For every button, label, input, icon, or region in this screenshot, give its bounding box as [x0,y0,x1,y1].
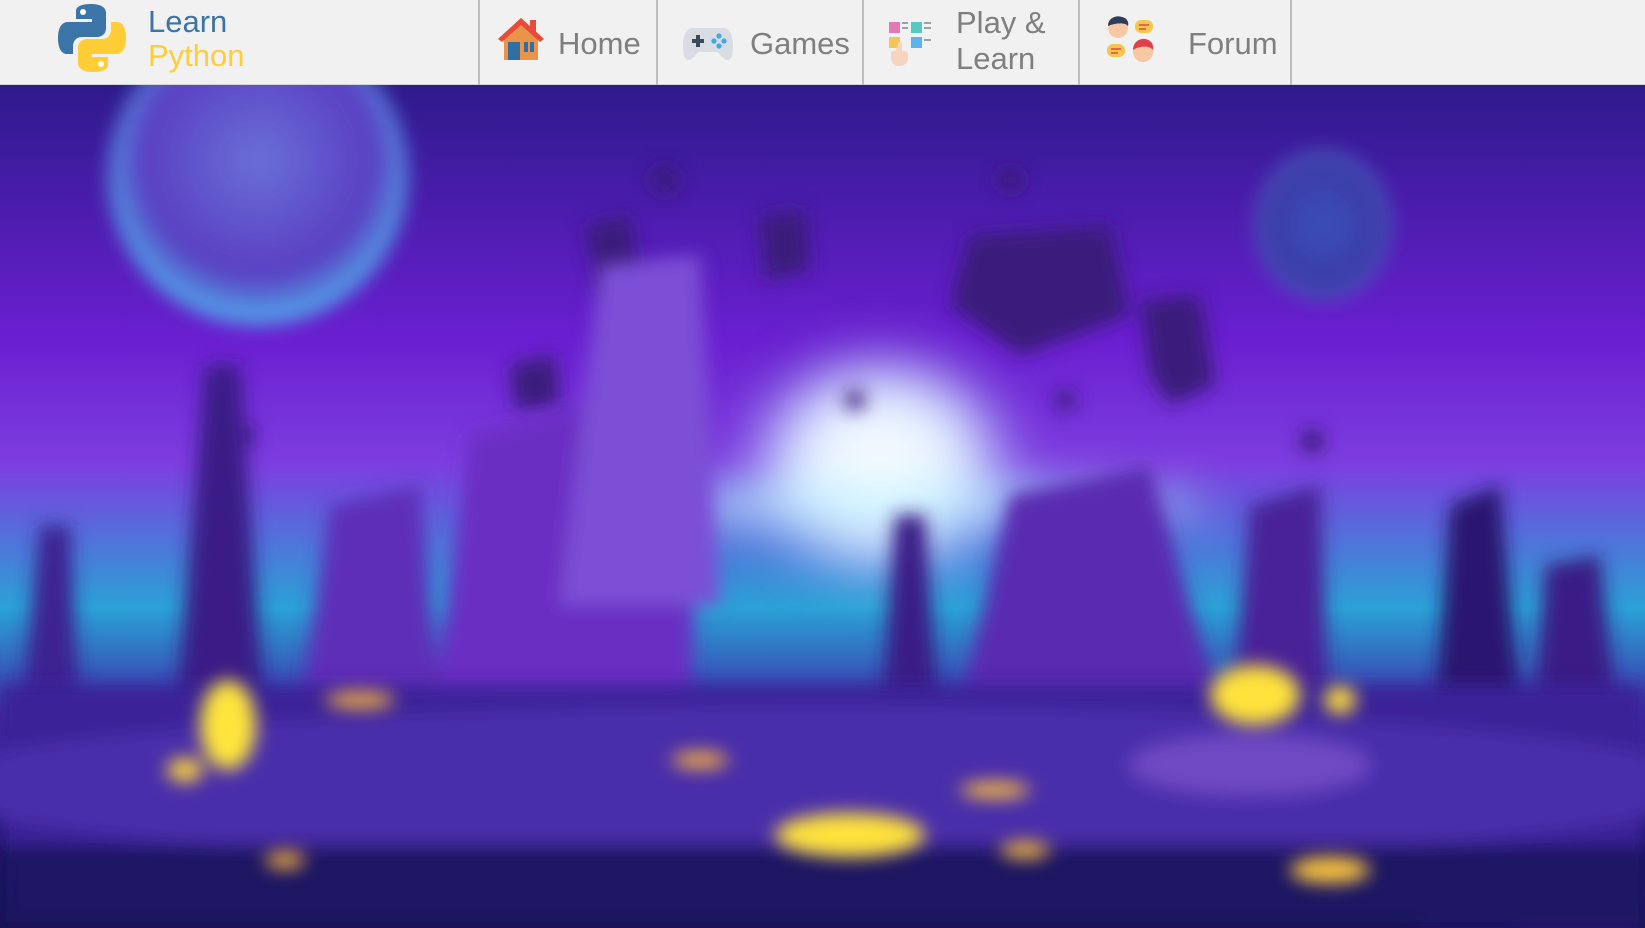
logo-text-python: Python [148,38,245,73]
nav-label-play-line2: Learn [956,41,1036,76]
nav-item-play-and-learn[interactable]: Play & Learn [862,0,1080,85]
top-navigation-bar: Learn Python Home Games Play & Learn For… [0,0,1645,85]
nav-item-home[interactable]: Home [478,0,658,85]
logo-text-learn: Learn [148,4,228,39]
nav-label-home: Home [558,26,641,61]
gamepad-icon [683,28,733,60]
python-logo-icon [58,4,126,72]
site-logo-link[interactable]: Learn Python [56,2,256,80]
chat-people-icon [1107,16,1154,62]
space-landscape-image [0,85,1645,928]
nav-item-forum[interactable]: Forum [1078,0,1292,85]
nav-label-play-line1: Play & [956,5,1046,40]
alphabet-blocks-icon [889,22,931,66]
nav-item-games[interactable]: Games [656,0,864,85]
nav-label-games: Games [750,26,850,61]
nav-label-forum: Forum [1188,26,1278,61]
house-icon [498,18,544,60]
hero-background-image [0,85,1645,928]
